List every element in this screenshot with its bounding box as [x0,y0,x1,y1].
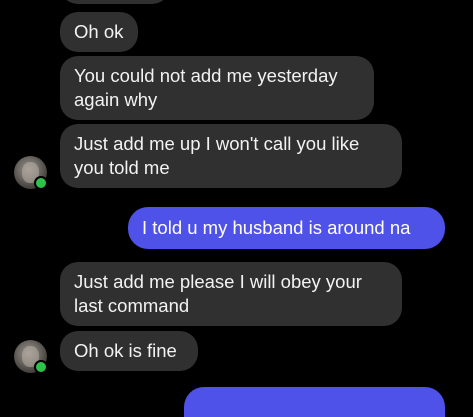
message-text: You could not add me yesterday again why [74,65,338,110]
message-text: Oh ok [74,21,124,42]
online-status-icon [34,176,48,190]
contact-avatar-icon[interactable] [14,156,48,190]
message-bubble-incoming[interactable]: Just add me please I will obey your last… [60,262,402,326]
message-bubble-partial-incoming[interactable] [60,0,170,4]
message-text: Just add me up I won't call you like you… [74,133,360,178]
message-bubble-incoming[interactable]: Just add me up I won't call you like you… [60,124,402,188]
message-bubble-incoming[interactable]: Oh ok is fine [60,331,198,371]
message-bubble-partial-outgoing[interactable] [184,387,445,417]
online-status-icon [34,360,48,374]
message-text: Just add me please I will obey your last… [74,271,362,316]
contact-avatar-icon[interactable] [14,340,48,374]
message-bubble-outgoing[interactable]: I told u my husband is around na [128,207,445,249]
message-text: I told u my husband is around na [142,217,411,238]
message-text: Oh ok is fine [74,340,177,361]
message-bubble-incoming[interactable]: Oh ok [60,12,138,52]
message-bubble-incoming[interactable]: You could not add me yesterday again why [60,56,374,120]
